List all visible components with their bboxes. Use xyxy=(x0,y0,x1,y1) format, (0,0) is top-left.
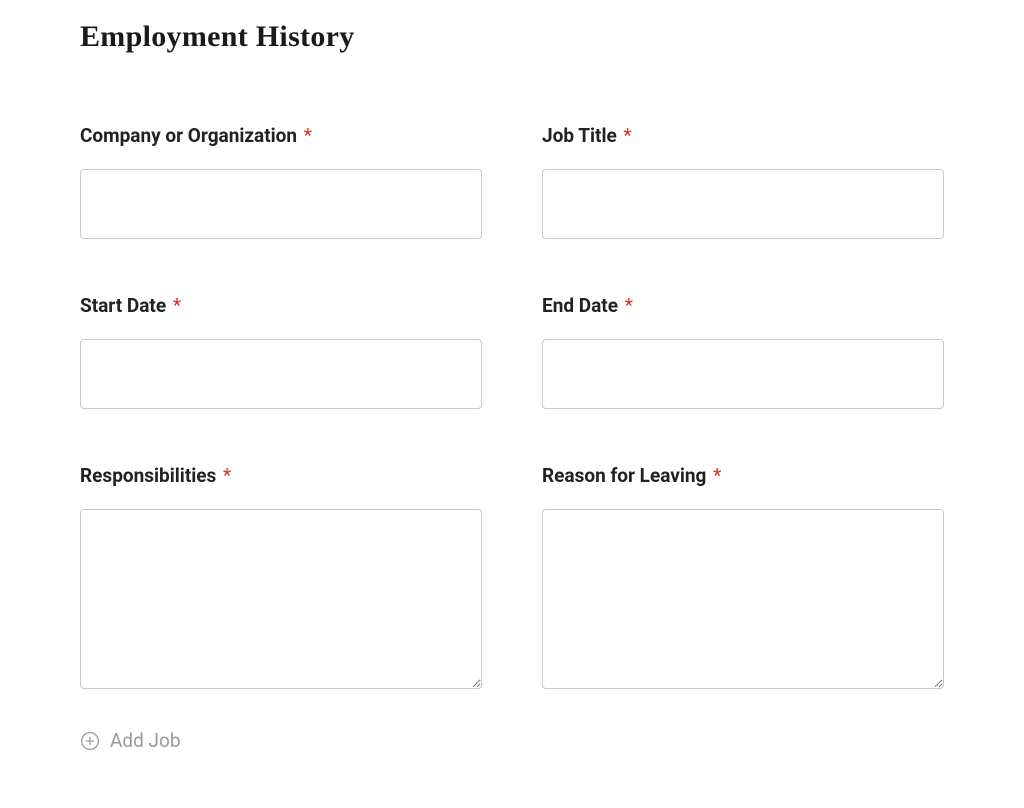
plus-circle-icon xyxy=(80,731,100,751)
company-field: Company or Organization * xyxy=(80,124,482,239)
required-mark: * xyxy=(304,124,312,147)
end-date-label: End Date * xyxy=(542,294,944,317)
start-date-input[interactable] xyxy=(80,339,482,409)
start-date-label-text: Start Date xyxy=(80,294,166,317)
company-label-text: Company or Organization xyxy=(80,124,297,147)
required-mark: * xyxy=(713,464,721,487)
job-title-label-text: Job Title xyxy=(542,124,617,147)
job-title-label: Job Title * xyxy=(542,124,944,147)
start-date-label: Start Date * xyxy=(80,294,482,317)
reason-leaving-input[interactable] xyxy=(542,509,944,689)
section-title: Employment History xyxy=(80,20,944,54)
job-title-field: Job Title * xyxy=(542,124,944,239)
required-mark: * xyxy=(173,294,181,317)
responsibilities-field: Responsibilities * xyxy=(80,464,482,689)
end-date-label-text: End Date xyxy=(542,294,618,317)
end-date-field: End Date * xyxy=(542,294,944,409)
company-label: Company or Organization * xyxy=(80,124,482,147)
required-mark: * xyxy=(624,124,632,147)
add-job-label: Add Job xyxy=(110,729,181,752)
reason-leaving-field: Reason for Leaving * xyxy=(542,464,944,689)
responsibilities-input[interactable] xyxy=(80,509,482,689)
reason-leaving-label: Reason for Leaving * xyxy=(542,464,944,487)
responsibilities-label-text: Responsibilities xyxy=(80,464,216,487)
add-job-button[interactable]: Add Job xyxy=(80,729,181,752)
company-input[interactable] xyxy=(80,169,482,239)
start-date-field: Start Date * xyxy=(80,294,482,409)
form-grid: Company or Organization * Job Title * St… xyxy=(80,124,944,689)
required-mark: * xyxy=(223,464,231,487)
required-mark: * xyxy=(625,294,633,317)
responsibilities-label: Responsibilities * xyxy=(80,464,482,487)
job-title-input[interactable] xyxy=(542,169,944,239)
end-date-input[interactable] xyxy=(542,339,944,409)
reason-leaving-label-text: Reason for Leaving xyxy=(542,464,706,487)
